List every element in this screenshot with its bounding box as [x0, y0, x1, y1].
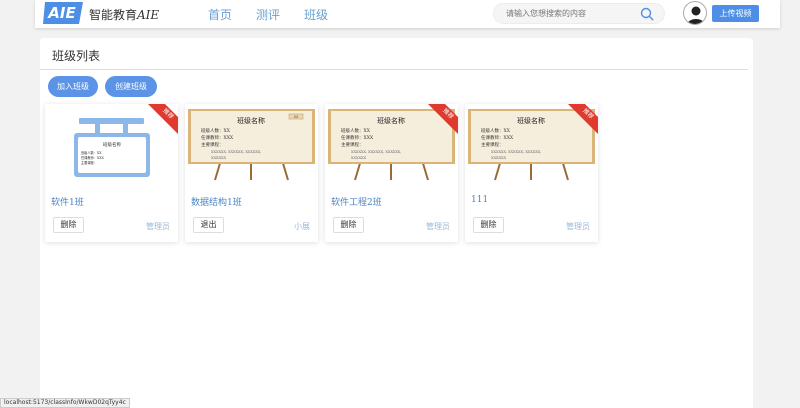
- delete-button[interactable]: 删除: [473, 217, 504, 233]
- brand-suffix: AIE: [137, 8, 160, 22]
- board-line-1: 班级人数：XX: [481, 127, 511, 134]
- role-label: 管理员: [426, 222, 450, 231]
- delete-button[interactable]: 删除: [333, 217, 364, 233]
- board-line-2: 任课教师：XXX: [481, 134, 514, 141]
- board-dots-1: XXXXXX, XXXXXX, XXXXXX,: [491, 150, 541, 154]
- board-dots-2: XXXXXX: [491, 156, 506, 160]
- class-title[interactable]: 软件1班: [51, 195, 84, 208]
- board-dots-2: XXXXXX: [351, 156, 366, 160]
- logo-text: AIE: [47, 4, 76, 22]
- join-class-button[interactable]: 加入班级: [48, 76, 98, 97]
- user-avatar[interactable]: [683, 1, 707, 25]
- brand-label: 智能教育: [89, 8, 138, 22]
- board-line-1: 班级人数：XX: [81, 150, 102, 155]
- class-title[interactable]: 111: [471, 195, 488, 205]
- role-label: 管理员: [146, 222, 170, 231]
- class-card[interactable]: 班级名称 班级人数：XX 任课教师：XXX 主要课程： XXXXXX, XXXX…: [325, 104, 458, 242]
- role-label: 管理员: [566, 222, 590, 231]
- delete-button[interactable]: 删除: [53, 217, 84, 233]
- class-title[interactable]: 数据结构1班: [191, 195, 242, 208]
- class-card[interactable]: 班级名称 班级人数：XX 任课教师：XXX 主要课程： 推荐 软件1班 删除 管…: [45, 104, 178, 242]
- search-icon[interactable]: [640, 7, 654, 21]
- class-card[interactable]: XX 班级名称 班级人数：XX 任课教师：XXX 主要课程： XXXXXX, X…: [185, 104, 318, 242]
- board-line-1: 班级人数：XX: [341, 127, 371, 134]
- class-title[interactable]: 软件工程2班: [331, 195, 382, 208]
- board-line-2: 任课教师：XXX: [201, 134, 234, 141]
- class-board-image: 班级名称 班级人数：XX 任课教师：XXX 主要课程： 推荐: [45, 104, 178, 184]
- nav-class[interactable]: 班级: [304, 6, 328, 23]
- easel-board-image: 班级名称 班级人数：XX 任课教师：XXX 主要课程： XXXXXX, XXXX…: [465, 104, 598, 184]
- title-divider: [40, 69, 748, 70]
- board-line-1: 班级人数：XX: [201, 127, 231, 134]
- class-cover-image: 班级名称 班级人数：XX 任课教师：XXX 主要课程： XXXXXX, XXXX…: [465, 104, 598, 184]
- board-heading: 班级名称: [377, 116, 405, 125]
- exit-button[interactable]: 退出: [193, 217, 224, 233]
- nav-evaluation[interactable]: 测评: [256, 6, 280, 23]
- board-dots-1: XXXXXX, XXXXXX, XXXXXX,: [211, 150, 261, 154]
- board-dots-1: XXXXXX, XXXXXX, XXXXXX,: [351, 150, 401, 154]
- class-card[interactable]: 班级名称 班级人数：XX 任课教师：XXX 主要课程： XXXXXX, XXXX…: [465, 104, 598, 242]
- board-heading: 班级名称: [517, 116, 545, 125]
- board-tag: XX: [294, 115, 299, 119]
- avatar-icon: [687, 6, 705, 24]
- class-cover-image: 班级名称 班级人数：XX 任课教师：XXX 主要课程： 推荐: [45, 104, 178, 184]
- class-cover-image: 班级名称 班级人数：XX 任课教师：XXX 主要课程： XXXXXX, XXXX…: [325, 104, 458, 184]
- brand-name: 智能教育AIE: [89, 6, 159, 23]
- board-heading: 班级名称: [237, 116, 265, 125]
- aie-logo[interactable]: AIE: [43, 0, 83, 24]
- board-line-3: 主要课程：: [201, 141, 224, 148]
- board-dots-2: XXXXXX: [211, 156, 226, 160]
- nav-home[interactable]: 首页: [208, 6, 232, 23]
- easel-board-image: 班级名称 班级人数：XX 任课教师：XXX 主要课程： XXXXXX, XXXX…: [325, 104, 458, 184]
- search-box: [493, 3, 665, 24]
- role-label: 小展: [294, 222, 310, 231]
- top-header: AIE 智能教育AIE 首页 测评 班级 上传视频: [35, 0, 780, 28]
- board-line-3: 主要课程：: [481, 141, 504, 148]
- link-status-bar: localhost:5173/classInfo/WkwD02qTyy4c: [0, 398, 130, 408]
- search-input[interactable]: [506, 6, 636, 21]
- class-cover-image: XX 班级名称 班级人数：XX 任课教师：XXX 主要课程： XXXXXX, X…: [185, 104, 318, 184]
- easel-board-image: XX 班级名称 班级人数：XX 任课教师：XXX 主要课程： XXXXXX, X…: [185, 104, 318, 184]
- upload-video-button[interactable]: 上传视频: [712, 5, 759, 22]
- board-line-2: 任课教师：XXX: [341, 134, 374, 141]
- create-class-button[interactable]: 创建班级: [105, 76, 157, 97]
- board-line-2: 任课教师：XXX: [81, 155, 104, 160]
- board-line-3: 主要课程：: [341, 141, 364, 148]
- board-heading: 班级名称: [103, 141, 121, 148]
- page-title: 班级列表: [52, 49, 101, 63]
- board-line-3: 主要课程：: [81, 160, 97, 165]
